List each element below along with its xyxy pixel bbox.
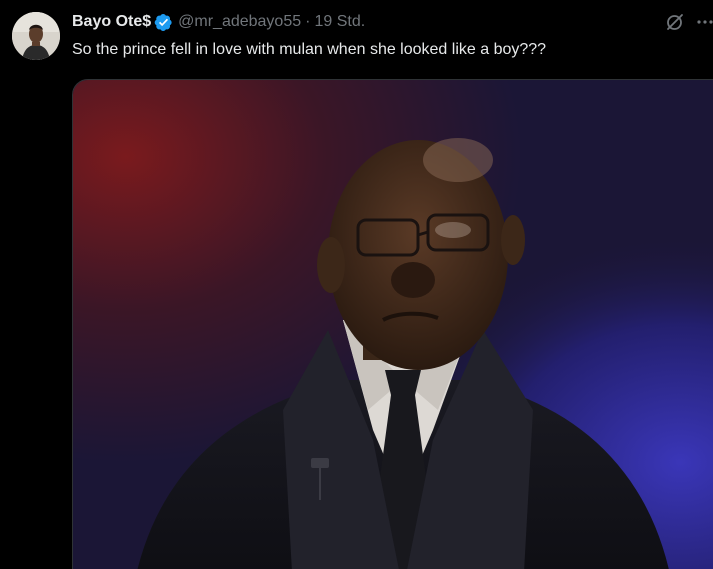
- verified-badge-icon: [154, 13, 173, 32]
- avatar-image: [12, 12, 60, 60]
- man-in-suit-image: [73, 80, 713, 569]
- avatar[interactable]: [12, 12, 60, 60]
- grok-icon[interactable]: [664, 11, 686, 33]
- separator-dot: ·: [305, 13, 311, 30]
- author-display-name[interactable]: Bayo Ote$: [72, 11, 151, 33]
- author-handle[interactable]: @mr_adebayo55: [178, 11, 301, 33]
- tweet: Bayo Ote$ @mr_adebayo55 · 19 Std. So the…: [0, 0, 713, 569]
- tweet-header: Bayo Ote$ @mr_adebayo55 · 19 Std.: [72, 11, 365, 33]
- tweet-media[interactable]: [72, 79, 713, 569]
- more-icon[interactable]: [695, 12, 713, 32]
- tweet-text: So the prince fell in love with mulan wh…: [72, 41, 547, 58]
- timestamp[interactable]: 19 Std.: [314, 11, 365, 33]
